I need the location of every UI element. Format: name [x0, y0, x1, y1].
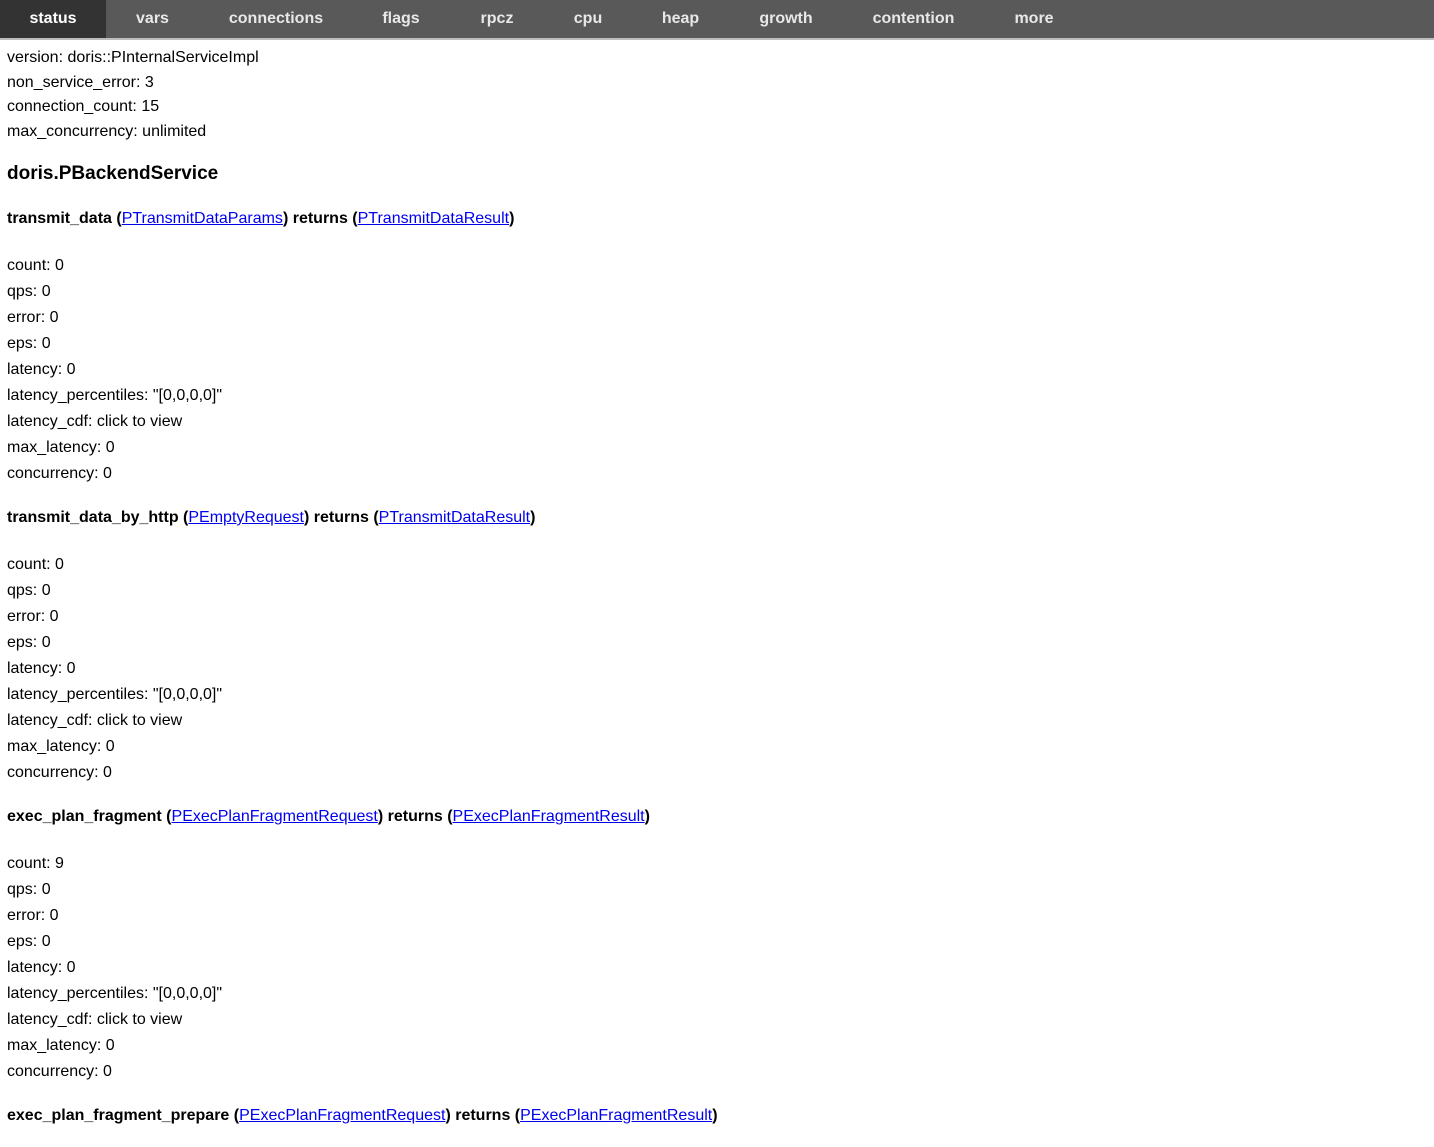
stat-latency-cdf[interactable]: latency_cdf: click to view [7, 708, 1434, 734]
server-max-concurrency: max_concurrency: unlimited [7, 122, 207, 140]
stat-latency-cdf[interactable]: latency_cdf: click to view [7, 409, 1434, 435]
stat-concurrency: concurrency: 0 [7, 764, 112, 781]
tab-flags[interactable]: flags [353, 0, 449, 38]
method-name: transmit_data [7, 210, 112, 227]
response-type-link[interactable]: PTransmitDataResult [379, 509, 530, 526]
method-name: exec_plan_fragment_prepare [7, 1107, 230, 1124]
stat-concurrency: concurrency: 0 [7, 465, 112, 482]
stat-eps: eps: 0 [7, 634, 51, 651]
server-info: version: doris::PInternalServiceImpl non… [7, 40, 1434, 144]
stat-error: error: 0 [7, 608, 59, 625]
method-transmit-data-by-http: transmit_data_by_http (PEmptyRequest) re… [7, 507, 1434, 786]
method-header: exec_plan_fragment_prepare (PExecPlanFra… [7, 1107, 718, 1124]
tab-vars[interactable]: vars [106, 0, 199, 38]
method-stats: count: 0 qps: 0 error: 0 eps: 0 latency:… [7, 552, 1434, 786]
stat-latency-percentiles: latency_percentiles: "[0,0,0,0]" [7, 686, 223, 703]
response-type-link[interactable]: PExecPlanFragmentResult [520, 1107, 712, 1124]
tab-connections[interactable]: connections [199, 0, 353, 38]
stat-count: count: 0 [7, 257, 64, 274]
returns-label: returns [313, 509, 369, 526]
stat-latency-cdf[interactable]: latency_cdf: click to view [7, 1007, 1434, 1033]
tab-more[interactable]: more [985, 0, 1083, 38]
stat-latency: latency: 0 [7, 959, 76, 976]
returns-label: returns [387, 808, 443, 825]
response-type-link[interactable]: PExecPlanFragmentResult [453, 808, 645, 825]
tab-cpu[interactable]: cpu [545, 0, 631, 38]
stat-max-latency: max_latency: 0 [7, 439, 115, 456]
method-stats: count: 0 qps: 0 error: 0 eps: 0 latency:… [7, 253, 1434, 487]
request-type-link[interactable]: PExecPlanFragmentRequest [239, 1107, 445, 1124]
server-connection-count: connection_count: 15 [7, 98, 160, 115]
stat-latency: latency: 0 [7, 361, 76, 378]
request-type-link[interactable]: PExecPlanFragmentRequest [172, 808, 378, 825]
server-non-service-error: non_service_error: 3 [7, 73, 154, 91]
stat-max-latency: max_latency: 0 [7, 1037, 115, 1054]
service-title: doris.PBackendService [7, 163, 219, 184]
server-version: version: doris::PInternalServiceImpl [7, 49, 259, 66]
method-exec-plan-fragment-prepare: exec_plan_fragment_prepare (PExecPlanFra… [7, 1105, 1434, 1127]
stat-error: error: 0 [7, 309, 59, 326]
stat-error: error: 0 [7, 907, 59, 924]
response-type-link[interactable]: PTransmitDataResult [358, 210, 509, 227]
status-content: version: doris::PInternalServiceImpl non… [7, 40, 1434, 1147]
stat-latency: latency: 0 [7, 660, 76, 677]
tab-growth[interactable]: growth [730, 0, 842, 38]
method-header: transmit_data (PTransmitDataParams) retu… [7, 210, 515, 227]
request-type-link[interactable]: PTransmitDataParams [122, 210, 283, 227]
returns-label: returns [292, 210, 348, 227]
stat-eps: eps: 0 [7, 335, 51, 352]
tab-status[interactable]: status [0, 0, 106, 38]
stat-count: count: 0 [7, 556, 64, 573]
stat-qps: qps: 0 [7, 283, 51, 300]
tab-rpcz[interactable]: rpcz [449, 0, 545, 38]
stat-latency-percentiles: latency_percentiles: "[0,0,0,0]" [7, 985, 223, 1002]
stat-max-latency: max_latency: 0 [7, 738, 115, 755]
stat-latency-percentiles: latency_percentiles: "[0,0,0,0]" [7, 387, 223, 404]
request-type-link[interactable]: PEmptyRequest [188, 509, 304, 526]
stat-qps: qps: 0 [7, 881, 51, 898]
tab-heap[interactable]: heap [631, 0, 730, 38]
method-name: transmit_data_by_http [7, 509, 179, 526]
stat-qps: qps: 0 [7, 582, 51, 599]
method-header: exec_plan_fragment (PExecPlanFragmentReq… [7, 808, 650, 825]
tab-contention[interactable]: contention [842, 0, 985, 38]
method-exec-plan-fragment: exec_plan_fragment (PExecPlanFragmentReq… [7, 806, 1434, 1085]
method-stats: count: 9 qps: 0 error: 0 eps: 0 latency:… [7, 851, 1434, 1085]
stat-concurrency: concurrency: 0 [7, 1063, 112, 1080]
stat-eps: eps: 0 [7, 933, 51, 950]
returns-label: returns [455, 1107, 511, 1124]
method-name: exec_plan_fragment [7, 808, 162, 825]
method-transmit-data: transmit_data (PTransmitDataParams) retu… [7, 208, 1434, 487]
method-header: transmit_data_by_http (PEmptyRequest) re… [7, 509, 536, 526]
stat-count: count: 9 [7, 855, 64, 872]
top-nav-bar: status vars connections flags rpcz cpu h… [0, 0, 1434, 40]
